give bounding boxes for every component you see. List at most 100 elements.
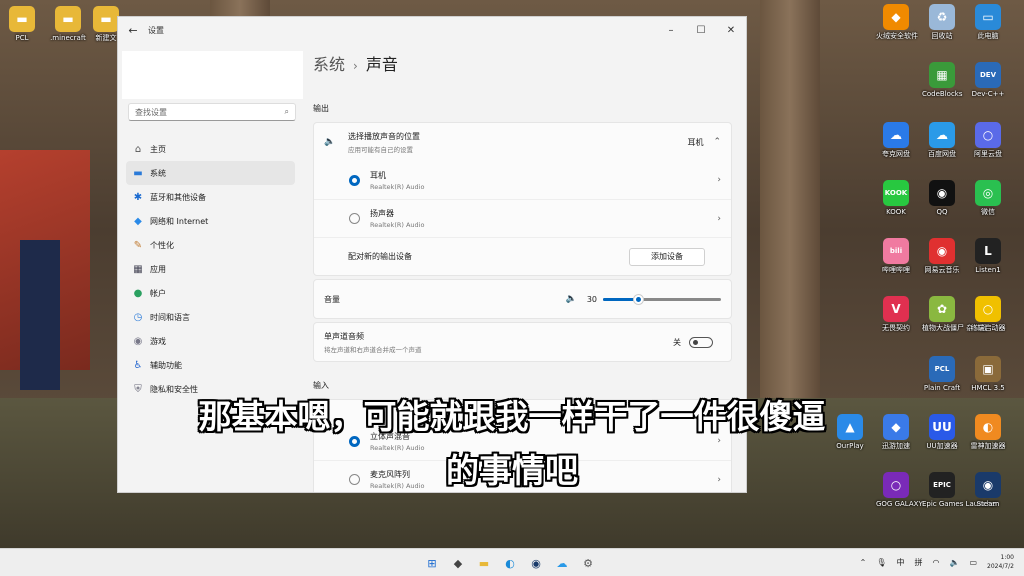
sidebar-item-label: 网络和 Internet bbox=[150, 216, 209, 226]
device-row[interactable]: 扬声器 Realtek(R) Audio › bbox=[314, 199, 731, 237]
desktop-icon-label: KOOK bbox=[886, 208, 906, 216]
device-row[interactable]: 耳机 Realtek(R) Audio › bbox=[314, 161, 731, 199]
device-radio[interactable] bbox=[349, 174, 360, 186]
account-profile-card[interactable] bbox=[122, 51, 303, 99]
breadcrumb-separator: › bbox=[353, 59, 358, 73]
desktop-icon[interactable]: KOOK KOOK bbox=[876, 180, 916, 216]
desktop-icon-label: Plain Craft bbox=[923, 384, 961, 392]
sidebar-item[interactable]: ◷ 时间和语言 bbox=[126, 305, 295, 329]
taskbar-app-icon[interactable]: ☁ bbox=[552, 553, 572, 573]
sidebar-item[interactable]: ● 帐户 bbox=[126, 281, 295, 305]
desktop-icon[interactable]: L Listen1 bbox=[968, 238, 1008, 274]
wifi-icon[interactable]: ◠ bbox=[933, 558, 940, 567]
choose-output-row[interactable]: 🔈 选择播放声音的位置 应用可能有自己的设置 耳机 ⌃ bbox=[314, 123, 731, 161]
desktop-app-icon: ◎ bbox=[975, 180, 1001, 206]
close-button[interactable]: ✕ bbox=[716, 25, 746, 36]
volume-slider[interactable] bbox=[603, 293, 721, 305]
desktop-icon-label: 微信 bbox=[981, 208, 995, 216]
mono-audio-row: 单声道音频 将左声道和右声道合并成一个声道 关 bbox=[314, 323, 731, 361]
sidebar-item[interactable]: ⌂ 主页 bbox=[126, 137, 295, 161]
video-subtitle-line2: 的事情吧 bbox=[446, 451, 578, 490]
sidebar-item[interactable]: ♿ 辅助功能 bbox=[126, 353, 295, 377]
choose-output-title: 选择播放声音的位置 bbox=[348, 131, 420, 141]
battery-icon[interactable]: ▭ bbox=[969, 558, 977, 567]
device-radio[interactable] bbox=[349, 213, 360, 224]
sidebar-item-icon: ◆ bbox=[134, 215, 142, 227]
desktop-icon[interactable]: ▬ PCL bbox=[2, 6, 42, 42]
desktop-app-icon: ▭ bbox=[975, 4, 1001, 30]
sidebar-item-label: 系统 bbox=[150, 168, 166, 178]
sidebar-item[interactable]: ✎ 个性化 bbox=[126, 233, 295, 257]
desktop-icon[interactable]: bili 哔哩哔哩 bbox=[876, 238, 916, 274]
desktop-icon[interactable]: ✿ 植物大战僵尸 杂交版 bbox=[922, 296, 987, 332]
sidebar-item[interactable]: ✱ 蓝牙和其他设备 bbox=[126, 185, 295, 209]
breadcrumb-parent[interactable]: 系统 bbox=[313, 55, 345, 74]
desktop-icon[interactable]: ☁ 夸克网盘 bbox=[876, 122, 916, 158]
desktop-icon[interactable]: ◉ Steam bbox=[968, 472, 1008, 508]
volume-slider-thumb[interactable] bbox=[633, 293, 645, 305]
taskbar-app-icon[interactable]: ◐ bbox=[500, 553, 520, 573]
sound-icon[interactable]: 🔈 bbox=[950, 558, 960, 567]
sidebar-item[interactable]: ◆ 网络和 Internet bbox=[126, 209, 295, 233]
desktop-icon[interactable]: ☁ 百度网盘 bbox=[922, 122, 962, 158]
desktop-icon-label: 终端启动器 bbox=[970, 324, 1006, 332]
chevron-right-icon[interactable]: › bbox=[717, 214, 721, 224]
output-section-header: 输出 bbox=[313, 104, 329, 113]
search-input[interactable]: 查找设置 ⌕ bbox=[128, 103, 296, 121]
sidebar-item[interactable]: ▬ 系统 bbox=[126, 161, 295, 185]
desktop-icon[interactable]: ◉ 网易云音乐 bbox=[922, 238, 962, 274]
taskbar-app-icon[interactable]: ⚙ bbox=[578, 553, 598, 573]
desktop-app-icon: PCL bbox=[929, 356, 955, 382]
taskbar-app-icon[interactable]: ◉ bbox=[526, 553, 546, 573]
desktop-icon[interactable]: ◉ QQ bbox=[922, 180, 962, 216]
chevron-right-icon[interactable]: › bbox=[717, 175, 721, 185]
maximize-button[interactable]: ☐ bbox=[686, 25, 716, 36]
desktop-icon[interactable]: V 无畏契约 bbox=[876, 296, 916, 332]
desktop-icon[interactable]: ▦ CodeBlocks bbox=[922, 62, 963, 98]
device-subtitle: Realtek(R) Audio bbox=[370, 221, 425, 229]
sidebar-item-label: 游戏 bbox=[150, 336, 166, 346]
desktop-icon[interactable]: ▣ HMCL 3.5 bbox=[968, 356, 1008, 392]
breadcrumb: 系统 › 声音 bbox=[313, 51, 732, 75]
desktop-icon[interactable]: ♻ 回收站 bbox=[922, 4, 962, 40]
microphone-icon[interactable]: 🎙 bbox=[876, 558, 886, 567]
clock[interactable]: 1:00 2024/7/2 bbox=[987, 553, 1014, 571]
desktop-app-icon: ♻ bbox=[929, 4, 955, 30]
desktop-icon[interactable]: ◎ 微信 bbox=[968, 180, 1008, 216]
chevron-up-icon[interactable]: ⌃ bbox=[713, 137, 721, 147]
desktop-icon[interactable]: ▭ 此电脑 bbox=[968, 4, 1008, 40]
desktop-icon-label: QQ bbox=[936, 208, 948, 216]
desktop-icon[interactable]: ○ 终端启动器 bbox=[968, 296, 1008, 332]
desktop-icon-label: 无畏契约 bbox=[882, 324, 910, 332]
desktop-icon[interactable]: ▬ .minecraft bbox=[48, 6, 88, 42]
taskbar-app-icon[interactable]: ⊞ bbox=[422, 553, 442, 573]
desktop-app-icon: ✿ bbox=[929, 296, 955, 322]
add-device-button[interactable]: 添加设备 bbox=[629, 247, 705, 266]
mono-audio-toggle[interactable] bbox=[689, 336, 713, 348]
mono-audio-title: 单声道音频 bbox=[324, 331, 364, 341]
taskbar-app-icon[interactable]: ▬ bbox=[474, 553, 494, 573]
sidebar-item-icon: ✱ bbox=[133, 191, 143, 203]
sidebar-nav: ⌂ 主页 ▬ 系统 ✱ 蓝牙和其他设备 ◆ 网络和 Internet ✎ 个性化 ▦ 应用 ● 帐户 ◷ 时间… bbox=[118, 137, 303, 401]
desktop-icon[interactable]: ◆ 火绒安全软件 bbox=[876, 4, 918, 40]
tray-overflow-chevron-icon[interactable]: ⌃ bbox=[860, 558, 867, 567]
desktop-app-icon: DEV bbox=[975, 62, 1001, 88]
minimize-button[interactable]: – bbox=[656, 25, 686, 36]
back-icon[interactable]: ← bbox=[118, 24, 148, 37]
desktop-icon[interactable]: DEV Dev-C++ bbox=[968, 62, 1008, 98]
sidebar-item[interactable]: ◉ 游戏 bbox=[126, 329, 295, 353]
ime-mode-indicator[interactable]: 拼 bbox=[915, 557, 923, 568]
desktop-icon-label: 迅游加速 bbox=[882, 442, 910, 450]
desktop-icon[interactable]: ◐ 雷神加速器 bbox=[968, 414, 1008, 450]
desktop-icon-label: 网易云音乐 bbox=[924, 266, 960, 274]
desktop-icon[interactable]: ○ 阿里云盘 bbox=[968, 122, 1008, 158]
volume-speaker-icon[interactable]: 🔈 bbox=[566, 294, 577, 304]
desktop-icon[interactable]: PCL Plain Craft bbox=[922, 356, 962, 392]
taskbar-apps: ⊞ ◆ ▬ ◐ ◉ ☁ ⚙ bbox=[422, 553, 598, 573]
title-bar: ← 设置 – ☐ ✕ bbox=[118, 17, 746, 43]
wallpaper-pillar bbox=[760, 0, 820, 420]
sidebar-item[interactable]: ▦ 应用 bbox=[126, 257, 295, 281]
taskbar-app-icon[interactable]: ◆ bbox=[448, 553, 468, 573]
desktop-app-icon: ▦ bbox=[929, 62, 955, 88]
ime-indicator[interactable]: 中 bbox=[897, 557, 905, 568]
